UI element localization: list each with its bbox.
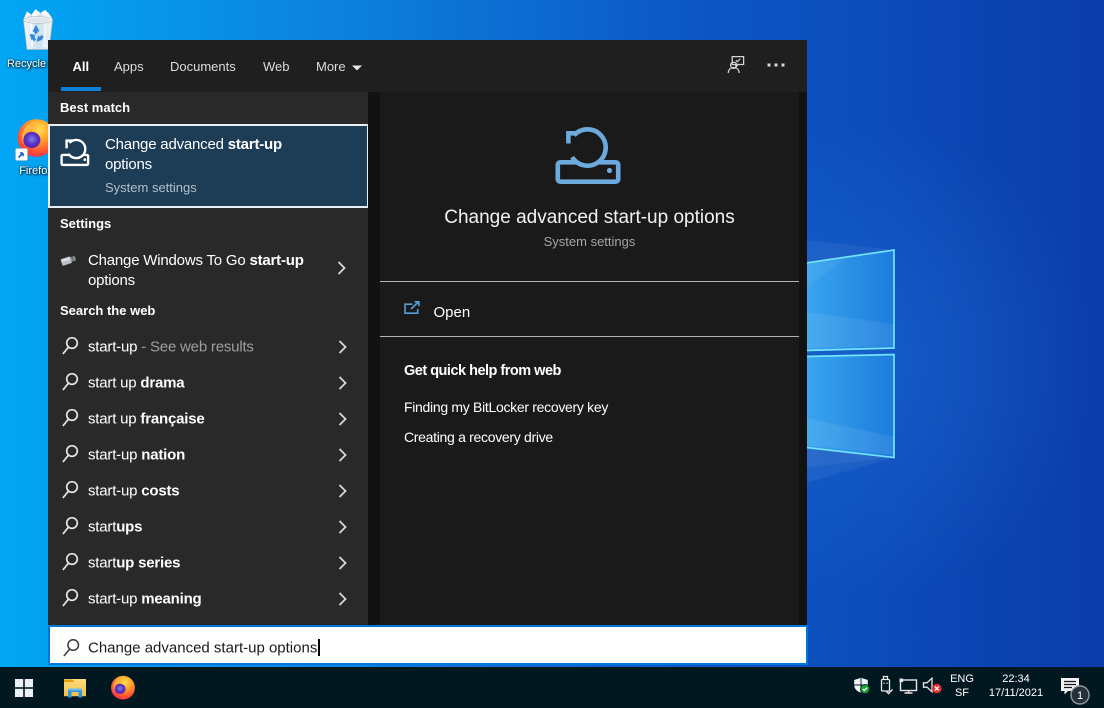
svg-text:1: 1 [1077, 690, 1083, 702]
